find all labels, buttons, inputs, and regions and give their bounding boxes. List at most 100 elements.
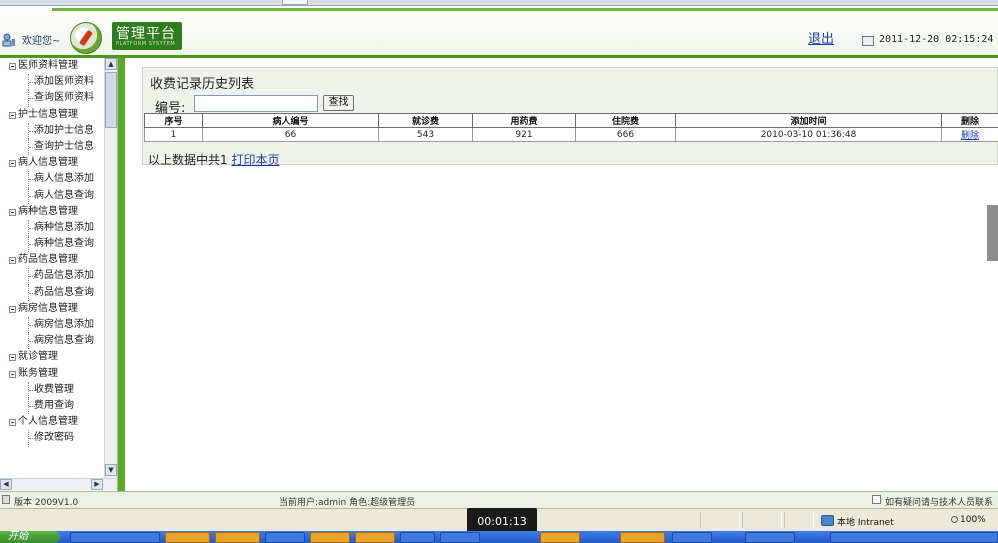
nav-link[interactable]: 收费管理 — [0, 381, 104, 398]
nav-link[interactable]: 添加医师资料 — [0, 74, 104, 91]
nav-label: 病种信息管理 — [18, 205, 78, 217]
collapse-icon[interactable] — [9, 208, 16, 216]
brand-title: 管理平台 — [116, 26, 176, 42]
nav-label: 病房信息查询 — [34, 335, 94, 347]
nav-link[interactable]: 药品信息查询 — [0, 284, 104, 301]
table-cell: 66 — [202, 127, 379, 142]
scroll-thumb[interactable] — [105, 72, 117, 128]
taskbar-item[interactable] — [440, 532, 480, 543]
nav-label: 护士信息管理 — [18, 108, 78, 120]
scroll-up-icon[interactable]: ▲ — [105, 58, 117, 70]
collapse-icon[interactable] — [9, 370, 16, 378]
brand-subtitle: PLATFORM SYSYTEM — [116, 41, 176, 47]
tree-connector — [28, 317, 35, 334]
frame-divider[interactable] — [118, 58, 125, 491]
scroll-down-icon[interactable]: ▼ — [105, 464, 117, 476]
nav-link[interactable]: 修改密码 — [0, 430, 104, 447]
nav-link[interactable]: 药品信息添加 — [0, 268, 104, 285]
nav-label: 药品信息添加 — [34, 270, 94, 282]
nav-group[interactable]: 病人信息管理 — [0, 155, 104, 171]
collapse-icon[interactable] — [9, 305, 16, 313]
nav-link[interactable]: 病人信息查询 — [0, 187, 104, 204]
sidebar-horizontal-scrollbar[interactable]: ◀ ▶ — [0, 478, 117, 490]
collapse-icon[interactable] — [9, 419, 16, 427]
calendar-icon — [862, 36, 874, 46]
help-text: 如有疑问请与技术人员联系 — [885, 498, 994, 508]
document-icon — [2, 495, 10, 504]
nav-label: 病房信息管理 — [18, 302, 78, 314]
collapse-icon[interactable] — [9, 354, 16, 362]
table-row: 1 66 543 921 666 2010-03-10 01:36:48 删除 — [144, 127, 998, 142]
brand-logo: 管理平台 PLATFORM SYSYTEM — [112, 22, 182, 50]
taskbar-item[interactable] — [355, 532, 395, 543]
taskbar-item[interactable] — [745, 532, 795, 543]
tree-connector — [28, 333, 35, 350]
quick-launch[interactable] — [70, 532, 160, 543]
nav-group[interactable]: 护士信息管理 — [0, 107, 104, 123]
taskbar-item[interactable] — [310, 532, 350, 543]
delete-link[interactable]: 删除 — [961, 131, 979, 141]
nav-group[interactable]: 账务管理 — [0, 366, 104, 382]
tree-connector — [28, 74, 35, 91]
nav-group[interactable]: 个人信息管理 — [0, 414, 104, 430]
scroll-right-icon[interactable]: ▶ — [91, 479, 103, 490]
system-tray[interactable] — [830, 532, 998, 543]
search-input[interactable] — [194, 95, 318, 112]
records-panel: 收费记录历史列表 编号: 查找 序号 病人编号 就诊费 用药费 住院费 添加时间 删除 16… — [142, 67, 998, 168]
column-header: 添加时间 — [675, 113, 942, 128]
taskbar-item[interactable] — [265, 532, 305, 543]
windows-taskbar: 开始 — [0, 531, 998, 543]
nav-label: 添加医师资料 — [34, 76, 94, 88]
main-content: 收费记录历史列表 编号: 查找 序号 病人编号 就诊费 用药费 住院费 添加时间 删除 16… — [125, 58, 998, 491]
tree-connector — [28, 236, 35, 253]
taskbar-item[interactable] — [540, 532, 580, 543]
taskbar-item[interactable] — [620, 532, 665, 543]
nav-group[interactable]: 就诊管理 — [0, 349, 104, 365]
collapse-icon[interactable] — [9, 111, 16, 119]
table-cell: 2010-03-10 01:36:48 — [675, 127, 942, 142]
taskbar-item[interactable] — [400, 532, 435, 543]
scroll-left-icon[interactable]: ◀ — [0, 479, 12, 490]
nav-link[interactable]: 查询医师资料 — [0, 90, 104, 107]
user-icon — [2, 33, 15, 47]
collapse-icon[interactable] — [9, 160, 16, 168]
collapse-icon[interactable] — [9, 63, 16, 70]
start-button[interactable]: 开始 — [0, 531, 60, 543]
taskbar-item[interactable] — [215, 532, 260, 543]
nav-group[interactable]: 药品信息管理 — [0, 252, 104, 268]
nav-label: 病房信息添加 — [34, 319, 94, 330]
nav-link[interactable]: 病种信息添加 — [0, 219, 104, 237]
search-button[interactable]: 查找 — [323, 95, 354, 111]
nav-group[interactable]: 医师资料管理 — [0, 58, 104, 74]
nav-link[interactable]: 费用查询 — [0, 397, 104, 415]
nav-link[interactable]: 病人信息添加 — [0, 171, 104, 188]
logout-link[interactable]: 退出 — [808, 28, 834, 47]
zoom-level[interactable]: 100% — [960, 515, 986, 525]
nav-label: 医师资料管理 — [18, 60, 78, 71]
nav-label: 修改密码 — [34, 432, 74, 444]
nav-group[interactable]: 病房信息管理 — [0, 301, 104, 317]
browser-tab[interactable] — [282, 0, 308, 5]
tree-connector — [28, 171, 35, 188]
help-icon — [872, 495, 881, 504]
records-summary: 以上数据中共1 打印本页 — [148, 151, 279, 168]
nav-group[interactable]: 病种信息管理 — [0, 204, 104, 220]
nav-link[interactable]: 病房信息添加 — [0, 317, 104, 334]
nav-label: 费用查询 — [34, 399, 74, 411]
sidebar-vertical-scrollbar[interactable]: ▲ ▼ — [104, 58, 117, 478]
table-cell: 921 — [472, 127, 576, 142]
table-cell: 543 — [378, 127, 473, 142]
nav-link[interactable]: 病房信息查询 — [0, 333, 104, 350]
print-page-link[interactable]: 打印本页 — [231, 153, 279, 167]
security-zone: 本地 Intranet — [837, 518, 894, 528]
nav-label: 账务管理 — [18, 367, 58, 379]
nav-label: 病种信息添加 — [34, 221, 94, 233]
taskbar-item[interactable] — [165, 532, 210, 543]
taskbar-item[interactable] — [672, 532, 712, 543]
nav-link[interactable]: 病种信息查询 — [0, 236, 104, 253]
nav-link[interactable]: 添加护士信息 — [0, 122, 104, 139]
tree-connector — [28, 268, 35, 285]
nav-link[interactable]: 查询护士信息 — [0, 138, 104, 156]
collapse-icon[interactable] — [9, 257, 16, 265]
column-header: 序号 — [144, 113, 203, 128]
